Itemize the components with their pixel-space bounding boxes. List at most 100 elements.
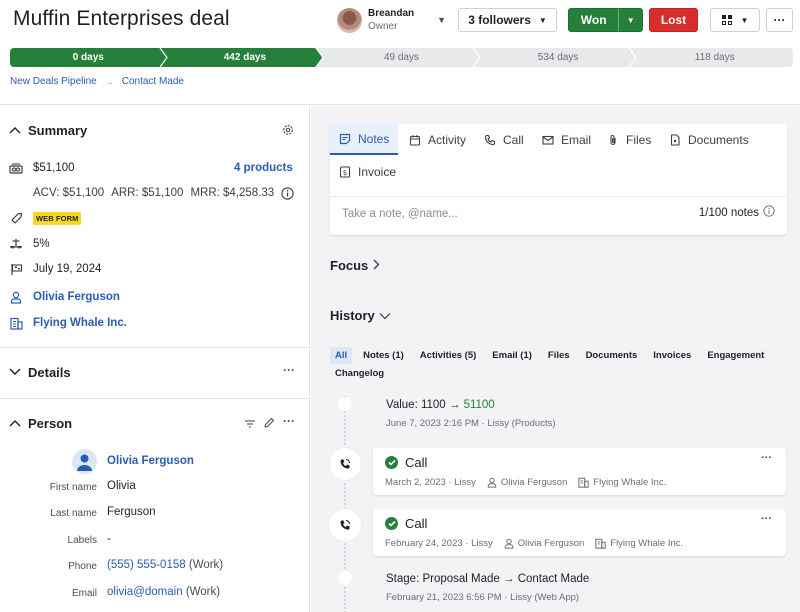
filter-changelog[interactable]: Changelog (330, 365, 389, 382)
call-event-card[interactable]: Call February 24, 2023 · Lissy Olivia Fe… (373, 509, 786, 556)
details-section-toggle[interactable]: Details (9, 365, 71, 380)
note-count-text: 1/100 notes (698, 206, 759, 219)
filter-icon[interactable] (244, 418, 256, 432)
main-panel: Notes Activity Call Email Files Document… (311, 106, 800, 612)
tab-activity[interactable]: Activity (400, 124, 475, 155)
history-section-toggle[interactable]: History (330, 308, 391, 323)
section-divider (0, 347, 310, 348)
filter-engagement[interactable]: Engagement (702, 347, 769, 364)
stage-duration: 118 days (694, 52, 735, 63)
call-title-text: Call (405, 516, 428, 531)
page-title: Muffin Enterprises deal (13, 7, 230, 30)
note-input[interactable] (342, 205, 682, 223)
focus-title: Focus (330, 258, 369, 273)
info-icon[interactable] (763, 205, 775, 220)
email-link[interactable]: olivia@domain (107, 586, 183, 598)
person-name-link[interactable]: Olivia Ferguson (107, 455, 194, 467)
breadcrumb-pipeline-link[interactable]: New Deals Pipeline (10, 76, 97, 87)
tab-invoice[interactable]: $ Invoice (330, 156, 405, 187)
pencil-edit-icon[interactable] (263, 417, 275, 432)
filter-activities[interactable]: Activities (5) (415, 347, 482, 364)
person-more-button[interactable]: ··· (283, 414, 295, 428)
email-field: olivia@domain (Work) (107, 586, 220, 598)
last-name-label: Last name (50, 508, 97, 519)
filter-invoices[interactable]: Invoices (648, 347, 696, 364)
tab-call[interactable]: Call (475, 124, 533, 155)
call-person[interactable]: Olivia Ferguson (504, 538, 584, 549)
scale-icon (9, 237, 23, 251)
followers-button[interactable]: 3 followers ▼ (458, 8, 557, 32)
summary-section-toggle[interactable]: Summary (9, 123, 87, 138)
call-organization[interactable]: Flying Whale Inc. (595, 538, 683, 549)
tab-files[interactable]: Files (598, 124, 660, 155)
person-link[interactable]: Olivia Ferguson (33, 291, 120, 303)
web-form-badge[interactable]: WEB FORM (33, 211, 82, 225)
owner-name: Breandan (368, 8, 415, 19)
tab-documents[interactable]: Documents (660, 124, 758, 155)
phone-link[interactable]: (555) 555-0158 (107, 559, 186, 571)
pipeline-stage[interactable]: 534 days (479, 48, 638, 67)
caret-down-icon: ▼ (626, 15, 635, 25)
tab-label: Activity (428, 132, 467, 147)
filter-files[interactable]: Files (543, 347, 575, 364)
deal-value: $51,100 (33, 162, 75, 174)
tab-label: Call (503, 132, 524, 147)
person-title: Person (28, 416, 73, 431)
call-more-button[interactable]: ··· (761, 452, 772, 464)
chevron-down-icon (379, 309, 391, 323)
tab-label: Files (626, 132, 652, 147)
chevron-up-icon (9, 418, 23, 430)
more-actions-button[interactable]: ··· (766, 8, 793, 32)
won-dropdown-button[interactable]: ▼ (618, 9, 642, 31)
phone-icon (484, 134, 496, 145)
filter-email[interactable]: Email (1) (487, 347, 537, 364)
change-event-meta: June 7, 2023 2:16 PM · Lissy (Products) (386, 418, 556, 429)
last-name-value[interactable]: Ferguson (107, 506, 156, 518)
history-filters: All Notes (1) Activities (5) Email (1) F… (330, 347, 780, 382)
tab-notes[interactable]: Notes (330, 124, 399, 155)
stage-separator (472, 48, 481, 67)
products-link[interactable]: 4 products (234, 162, 293, 174)
pipeline-stage[interactable]: 118 days (636, 48, 793, 67)
first-name-value[interactable]: Olivia (107, 480, 136, 492)
tab-label: Notes (358, 131, 390, 146)
change-event-meta: February 21, 2023 6:56 PM · Lissy (Web A… (386, 592, 580, 603)
settings-gear-icon[interactable] (282, 124, 294, 139)
focus-section-toggle[interactable]: Focus (330, 258, 380, 273)
mrr-value: MRR: $4,258.33 (190, 187, 275, 199)
pipeline-stage[interactable]: 0 days (10, 48, 168, 67)
info-icon[interactable] (281, 187, 294, 203)
stage-duration: 442 days (223, 52, 267, 63)
tab-label: Documents (688, 132, 749, 147)
filter-notes[interactable]: Notes (1) (358, 347, 409, 364)
composer-divider (330, 196, 787, 197)
lost-button[interactable]: Lost (649, 8, 698, 32)
money-icon (9, 161, 23, 175)
note-count: 1/100 notes (699, 205, 775, 220)
breadcrumb-stage-link[interactable]: Contact Made (122, 76, 184, 87)
svg-text:$: $ (343, 169, 347, 177)
summary-title: Summary (28, 123, 88, 138)
call-more-button[interactable]: ··· (761, 513, 772, 525)
won-button[interactable]: Won (569, 13, 618, 27)
owner-avatar (337, 7, 362, 33)
tab-label: Email (561, 132, 592, 147)
call-person[interactable]: Olivia Ferguson (487, 477, 567, 488)
calendar-icon (409, 134, 421, 146)
view-switch-button[interactable]: ▼ (710, 8, 760, 32)
pipeline-stage[interactable]: 442 days (166, 48, 325, 67)
organization-link[interactable]: Flying Whale Inc. (33, 317, 127, 329)
call-organization[interactable]: Flying Whale Inc. (578, 477, 666, 488)
filter-all[interactable]: All (330, 347, 353, 364)
details-more-button[interactable]: ··· (283, 363, 295, 377)
building-icon (578, 477, 590, 488)
labels-value[interactable]: - (107, 533, 111, 545)
pipeline-stage[interactable]: 49 days (323, 48, 481, 67)
filter-documents[interactable]: Documents (581, 347, 643, 364)
owner-selector[interactable]: Breandan Owner ▼ (337, 6, 446, 34)
tab-email[interactable]: Email (533, 124, 600, 155)
person-section-toggle[interactable]: Person (9, 416, 72, 431)
call-event-card[interactable]: Call March 2, 2023 · Lissy Olivia Fergus… (373, 448, 786, 495)
deal-header: Muffin Enterprises deal Breandan Owner ▼… (0, 0, 800, 105)
phone-field: (555) 555-0158 (Work) (107, 559, 223, 571)
